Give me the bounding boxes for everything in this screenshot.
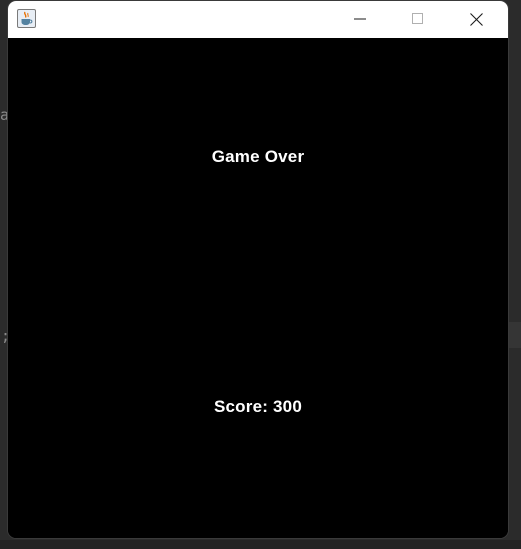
- close-button[interactable]: [447, 1, 505, 38]
- minimize-icon: [354, 18, 366, 20]
- score-display: Score: 300: [8, 397, 508, 417]
- maximize-button[interactable]: [389, 1, 447, 38]
- game-window: Game Over Score: 300: [8, 1, 508, 538]
- score-value: 300: [273, 397, 302, 416]
- game-over-message: Game Over: [211, 147, 305, 166]
- background-editor-highlight: [507, 322, 521, 348]
- minimize-button[interactable]: [331, 1, 389, 38]
- title-bar[interactable]: [8, 1, 508, 38]
- java-coffee-cup-icon[interactable]: [17, 9, 36, 28]
- background-status-strip: [0, 540, 521, 549]
- game-canvas[interactable]: Game Over Score: 300: [8, 38, 508, 538]
- score-label: Score:: [213, 397, 274, 416]
- maximize-icon: [412, 13, 423, 24]
- close-icon: [470, 13, 483, 26]
